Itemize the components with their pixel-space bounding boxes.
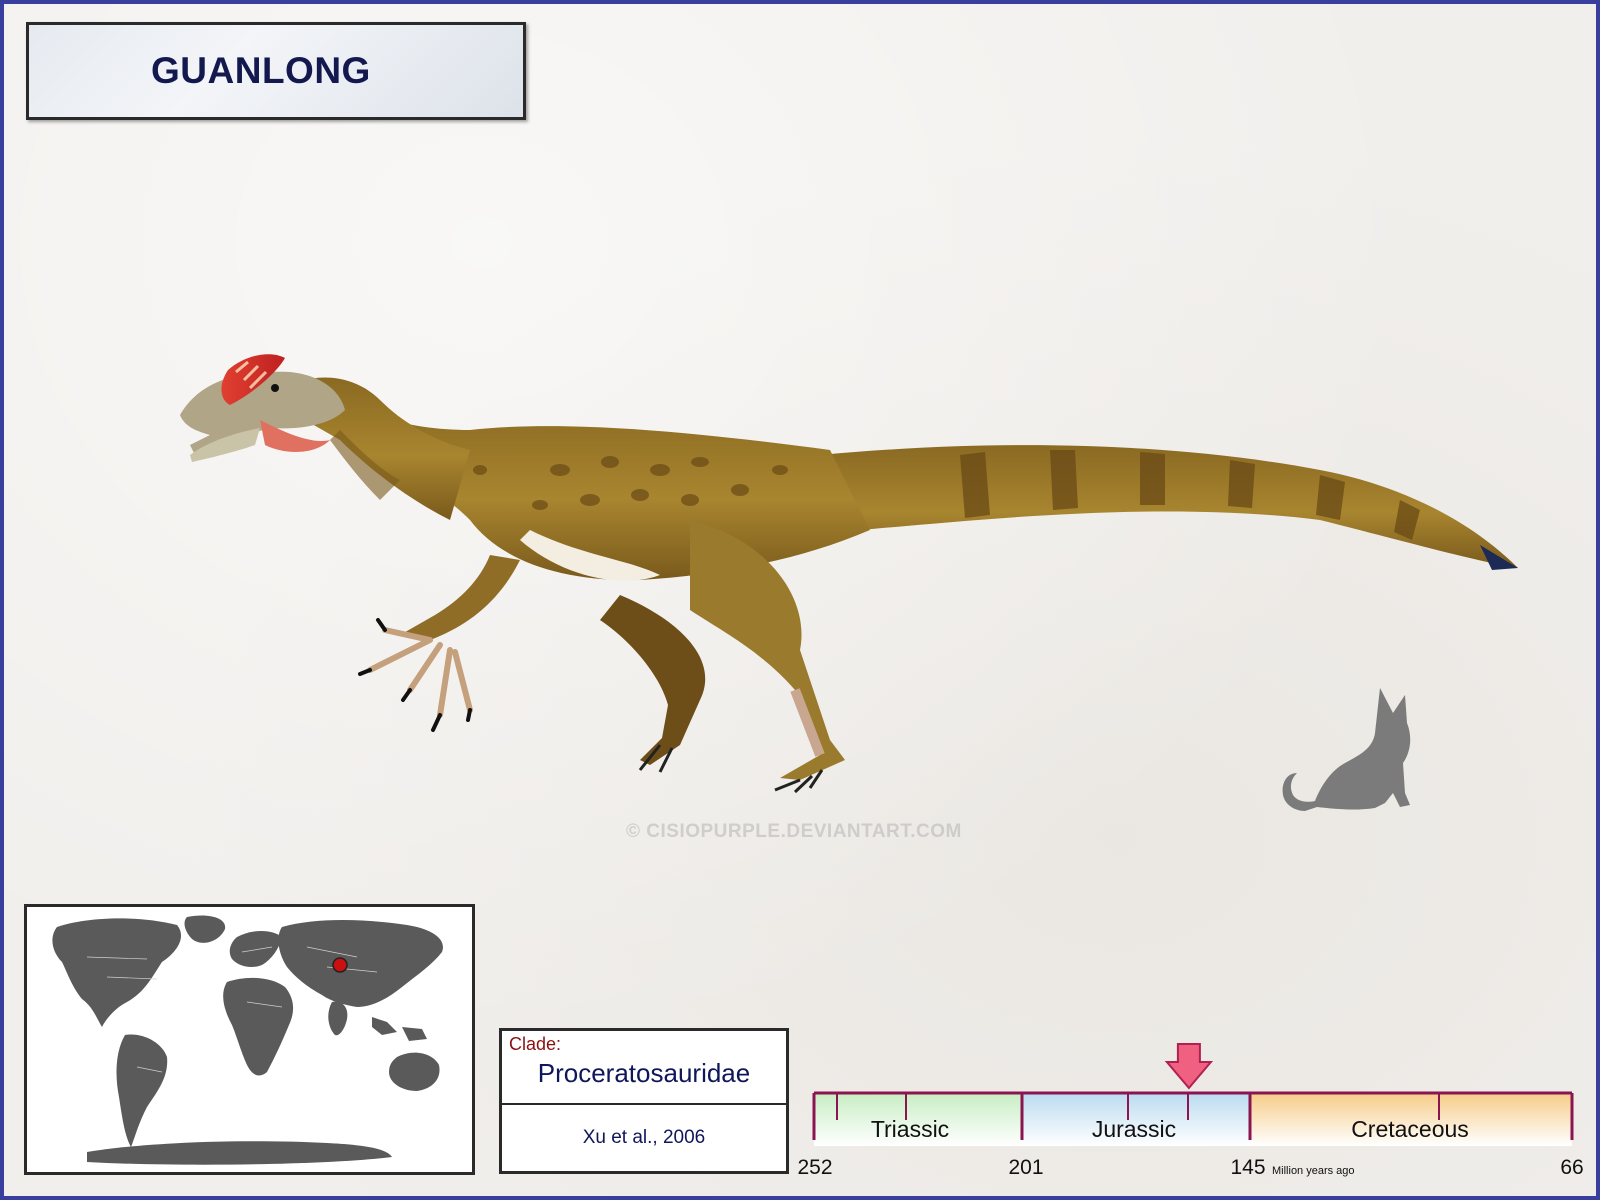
clade-panel: Clade: Proceratosauridae Xu et al., 2006 — [499, 1028, 789, 1174]
location-marker-icon — [332, 957, 348, 973]
clade-label: Clade: — [509, 1034, 562, 1054]
period-label-triassic: Triassic — [871, 1116, 949, 1142]
tick-label-145: 145 — [1230, 1156, 1265, 1179]
period-label-cretaceous: Cretaceous — [1351, 1116, 1469, 1142]
watermark: © CISIOPURPLE.DEVIANTART.COM — [626, 821, 962, 842]
world-map-graphic — [27, 907, 472, 1172]
geologic-timeline: Triassic Jurassic Cretaceous 252 201 145… — [797, 1043, 1584, 1179]
tick-label-66: 66 — [1560, 1156, 1583, 1179]
world-map — [24, 904, 475, 1175]
period-label-jurassic: Jurassic — [1092, 1116, 1176, 1142]
clade-author: Xu et al., 2006 — [582, 1127, 706, 1148]
tick-label-252: 252 — [797, 1156, 832, 1179]
cat-silhouette-icon — [1282, 688, 1411, 811]
clade-divider — [502, 1103, 786, 1105]
down-arrow-icon — [1164, 1043, 1214, 1090]
timeline-unit: Million years ago — [1272, 1165, 1355, 1177]
tick-label-201: 201 — [1008, 1156, 1043, 1179]
clade-name: Proceratosauridae — [537, 1058, 751, 1088]
